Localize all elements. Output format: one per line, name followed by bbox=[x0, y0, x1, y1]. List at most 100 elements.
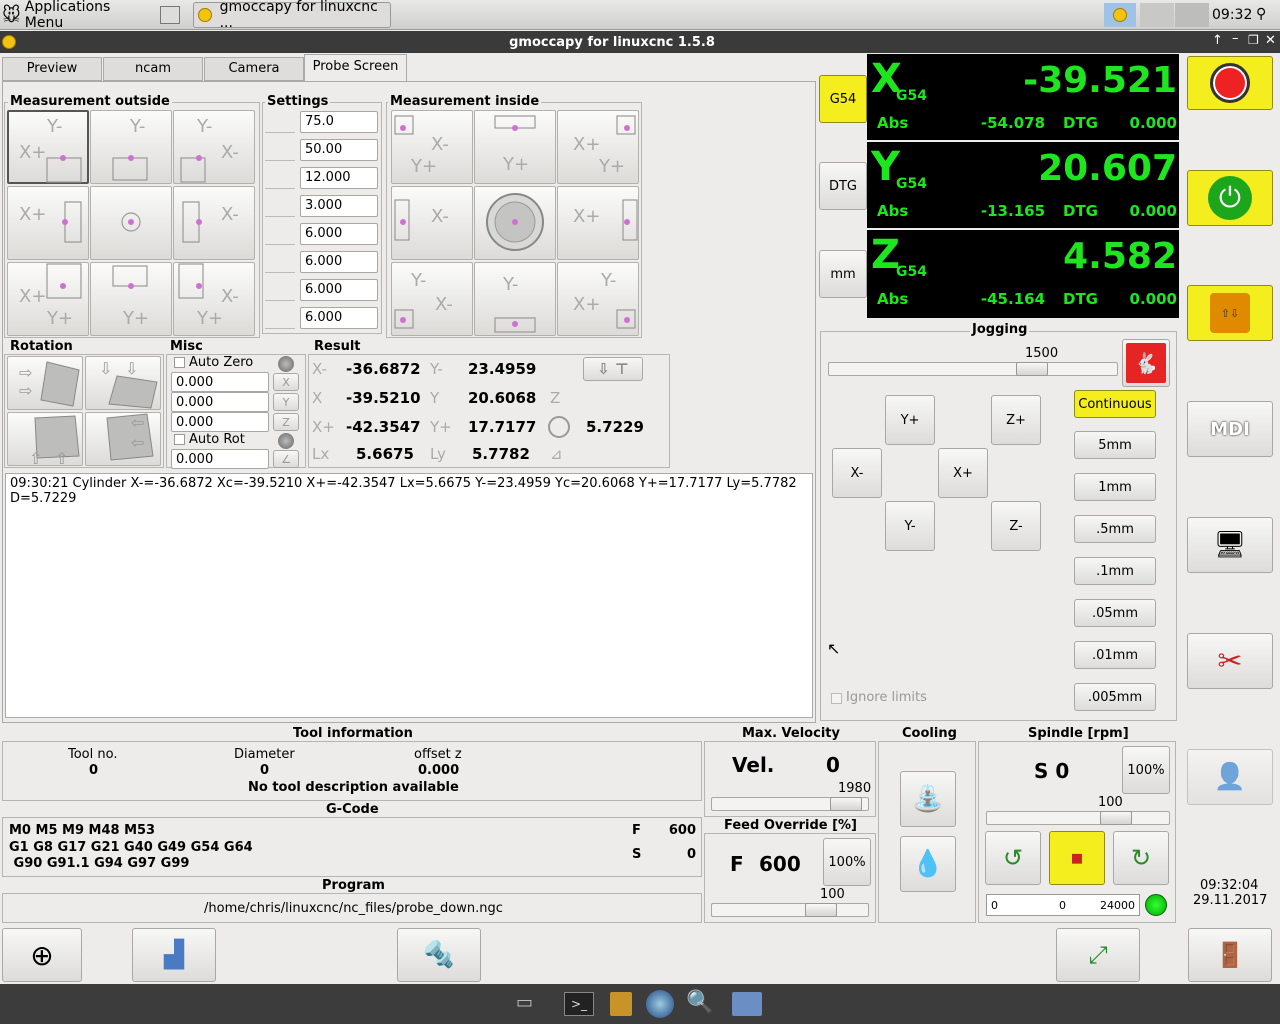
settings-title: Settings bbox=[265, 94, 331, 109]
bottom-dock: ▭ >_ 🔍 bbox=[0, 984, 1280, 1024]
tool-offset: 0.000 bbox=[418, 763, 460, 778]
ignore-limits-checkbox[interactable] bbox=[831, 693, 842, 704]
jog-yminus-button[interactable]: Y- bbox=[885, 501, 935, 551]
show-desktop-icon[interactable] bbox=[160, 6, 180, 24]
window-up-icon[interactable]: ↑ bbox=[1212, 33, 1223, 48]
setting-xy-clearance[interactable]: 6.000 bbox=[300, 251, 378, 273]
window-close-icon[interactable]: ✕ bbox=[1265, 33, 1276, 48]
mist-button[interactable]: 💧 bbox=[900, 836, 956, 892]
jog-yplus-button[interactable]: Y+ bbox=[885, 395, 935, 445]
mdi-mode-button[interactable]: MDI bbox=[1187, 401, 1273, 457]
probe-down-button[interactable]: ⇩ ⊤ bbox=[583, 357, 643, 381]
exit-button[interactable]: 🚪 bbox=[1188, 928, 1272, 982]
tray-gmoccapy-icon[interactable] bbox=[1104, 3, 1136, 27]
setting-edge-length[interactable]: 6.000 bbox=[300, 279, 378, 301]
window-minimize-icon[interactable]: – bbox=[1232, 31, 1239, 46]
setting-latch-return[interactable]: 6.000 bbox=[300, 223, 378, 245]
home-all-button[interactable]: ⊕ bbox=[2, 928, 82, 982]
set-y-zero-button[interactable]: Y bbox=[273, 393, 299, 411]
jog-zplus-button[interactable]: Z+ bbox=[991, 395, 1041, 445]
dro-x[interactable]: X G54 -39.521 Abs -54.078 DTG 0.000 bbox=[867, 54, 1179, 140]
setting-search-velocity[interactable]: 75.0 bbox=[300, 111, 378, 133]
jog-speed-knob[interactable] bbox=[1016, 362, 1048, 376]
increment-0-005mm[interactable]: .005mm bbox=[1074, 683, 1156, 711]
jog-zminus-button[interactable]: Z- bbox=[991, 501, 1041, 551]
feed-knob[interactable] bbox=[805, 903, 837, 917]
spindle-knob[interactable] bbox=[1100, 811, 1132, 825]
misc-y-offset[interactable]: 0.000 bbox=[171, 392, 269, 412]
jog-turtle-rabbit-button[interactable]: 🐇 bbox=[1122, 339, 1170, 387]
increment-0-05mm[interactable]: .05mm bbox=[1074, 599, 1156, 627]
auto-rot-checkbox[interactable] bbox=[174, 434, 185, 445]
setting-max-travel[interactable]: 3.000 bbox=[300, 195, 378, 217]
gcode-active-line: G1 G8 G17 G21 G40 G49 G54 G64 bbox=[9, 840, 253, 855]
increment-0-5mm[interactable]: .5mm bbox=[1074, 515, 1156, 543]
dro-y[interactable]: Y G54 20.607 Abs -13.165 DTG 0.000 bbox=[867, 142, 1179, 228]
probe-log[interactable]: 09:30:21 Cylinder X-=-36.6872 Xc=-39.521… bbox=[5, 473, 813, 718]
setting-probe-diameter[interactable]: 12.000 bbox=[300, 167, 378, 189]
dro-z[interactable]: Z G54 4.582 Abs -45.164 DTG 0.000 bbox=[867, 230, 1179, 318]
network-icon[interactable]: ⚲ bbox=[1256, 6, 1274, 24]
g54-button[interactable]: G54 bbox=[819, 75, 867, 123]
window-maximize-icon[interactable]: ❐ bbox=[1248, 33, 1259, 47]
tool-no-label: Tool no. bbox=[68, 747, 118, 762]
increment-1mm[interactable]: 1mm bbox=[1074, 473, 1156, 501]
increment-5mm[interactable]: 5mm bbox=[1074, 431, 1156, 459]
tab-preview[interactable]: Preview bbox=[2, 57, 102, 81]
velocity-slider[interactable] bbox=[711, 797, 869, 811]
spindle-reverse-button[interactable]: ↻ bbox=[1113, 831, 1169, 885]
workspace-1[interactable] bbox=[1140, 3, 1174, 27]
mm-button[interactable]: mm bbox=[819, 250, 867, 298]
set-z-zero-button[interactable]: Z bbox=[273, 413, 299, 431]
estop-button[interactable] bbox=[1187, 56, 1273, 110]
dock-terminal-icon[interactable]: >_ bbox=[564, 992, 594, 1016]
jog-speed-slider[interactable] bbox=[828, 362, 1118, 376]
manual-mode-button[interactable]: ⇧⇩ bbox=[1187, 285, 1273, 341]
spindle-slider[interactable] bbox=[986, 811, 1170, 825]
tab-camera[interactable]: Camera bbox=[204, 57, 304, 81]
applications-menu[interactable]: 🐭 Applications Menu bbox=[2, 0, 152, 31]
dtg-button[interactable]: DTG bbox=[819, 162, 867, 210]
feed-reset-button[interactable]: 100% bbox=[823, 838, 871, 886]
setting-z-clearance[interactable]: 6.000 bbox=[300, 307, 378, 329]
svg-text:Y+: Y+ bbox=[122, 308, 149, 329]
setting-probe-velocity[interactable]: 50.00 bbox=[300, 139, 378, 161]
spindle-reset-button[interactable]: 100% bbox=[1122, 746, 1170, 794]
feed-slider[interactable] bbox=[711, 903, 869, 917]
taskbar-clock[interactable]: 09:32 bbox=[1212, 7, 1252, 23]
misc-x-offset[interactable]: 0.000 bbox=[171, 372, 269, 392]
misc-z-offset[interactable]: 0.000 bbox=[171, 412, 269, 432]
increment-0-01mm[interactable]: .01mm bbox=[1074, 641, 1156, 669]
dock-file-manager-icon[interactable] bbox=[610, 992, 632, 1016]
tool-button[interactable]: 🔩 bbox=[397, 928, 481, 982]
dock-folder-icon[interactable] bbox=[732, 992, 762, 1016]
dock-web-browser-icon[interactable] bbox=[646, 990, 674, 1018]
flood-button[interactable]: ⛲ bbox=[900, 771, 956, 827]
jog-xminus-button[interactable]: X- bbox=[832, 448, 882, 498]
fullscreen-button[interactable]: ⤢ bbox=[1056, 928, 1140, 982]
tab-ncam[interactable]: ncam bbox=[103, 57, 203, 81]
workspace-2[interactable] bbox=[1175, 3, 1209, 27]
jog-xplus-button[interactable]: X+ bbox=[938, 448, 988, 498]
velocity-knob[interactable] bbox=[830, 797, 862, 811]
tab-probe-screen[interactable]: Probe Screen bbox=[304, 54, 407, 82]
user-tabs-button[interactable]: 👤 bbox=[1187, 749, 1273, 805]
settings-button[interactable]: ✂ bbox=[1187, 633, 1273, 689]
spindle-stop-button[interactable]: ⏹ bbox=[1049, 831, 1105, 885]
machine-on-button[interactable]: ⏻ bbox=[1187, 170, 1273, 226]
touch-off-button[interactable]: ▟ bbox=[132, 928, 216, 982]
spindle-forward-button[interactable]: ↺ bbox=[985, 831, 1041, 885]
window-tab[interactable]: gmoccapy for linuxcnc ... bbox=[193, 0, 391, 31]
auto-rot-angle[interactable]: 0.000 bbox=[171, 449, 269, 469]
dock-search-icon[interactable]: 🔍 bbox=[686, 990, 714, 1018]
auto-mode-button[interactable]: 🖥 bbox=[1187, 517, 1273, 573]
increment-0-1mm[interactable]: .1mm bbox=[1074, 557, 1156, 585]
spindle-value: S 0 bbox=[1034, 759, 1070, 783]
result-lx: 5.6675 bbox=[356, 445, 414, 463]
sidebar-date: 29.11.2017 bbox=[1193, 893, 1268, 908]
set-angle-button[interactable]: ∠ bbox=[273, 450, 299, 468]
dock-show-desktop-icon[interactable]: ▭ bbox=[516, 992, 546, 1016]
auto-zero-checkbox[interactable] bbox=[174, 357, 185, 368]
increment-continuous[interactable]: Continuous bbox=[1074, 390, 1156, 418]
set-x-zero-button[interactable]: X bbox=[273, 373, 299, 391]
